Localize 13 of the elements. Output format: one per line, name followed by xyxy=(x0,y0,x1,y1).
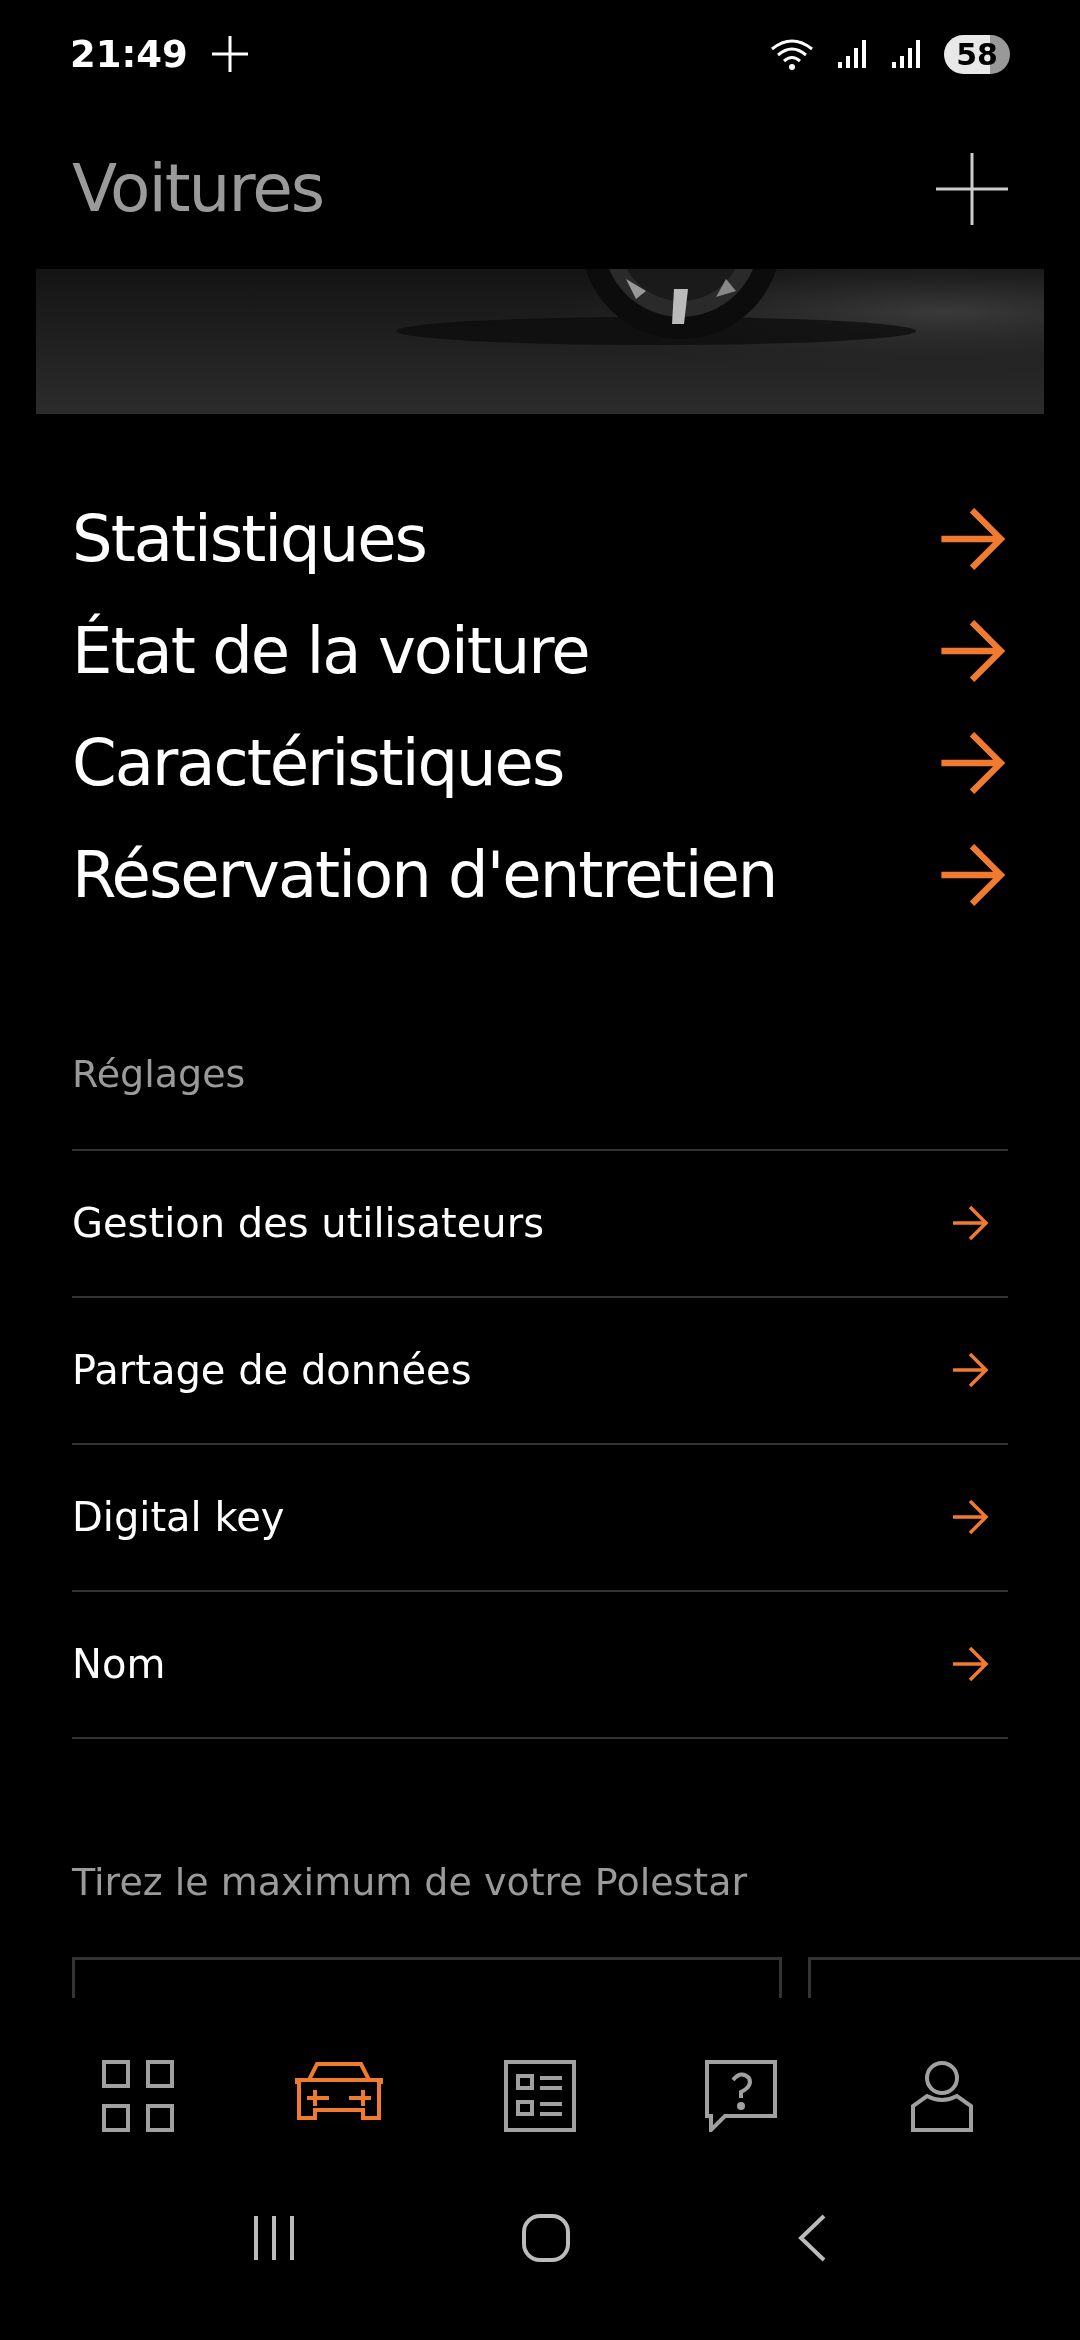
car-menu-link[interactable]: Statistiques xyxy=(72,501,426,576)
car-menu-link[interactable]: État de la voiture xyxy=(72,613,589,688)
settings-item[interactable]: Digital key xyxy=(72,1494,285,1541)
settings-item[interactable]: Gestion des utilisateurs xyxy=(72,1200,544,1247)
car-menu-link[interactable]: Réservation d'entretien xyxy=(72,837,777,912)
section-heading: Réglages xyxy=(72,1050,247,1098)
clock-time: 21:49 xyxy=(70,32,188,76)
settings-item[interactable]: Nom xyxy=(72,1641,166,1688)
car-menu-link[interactable]: Caractéristiques xyxy=(72,725,564,800)
battery-level: 58 xyxy=(944,34,1010,74)
section-heading: Tirez le maximum de votre Polestar xyxy=(72,1858,749,1906)
screen-title: Voitures xyxy=(72,150,324,228)
settings-item[interactable]: Partage de données xyxy=(72,1347,472,1394)
